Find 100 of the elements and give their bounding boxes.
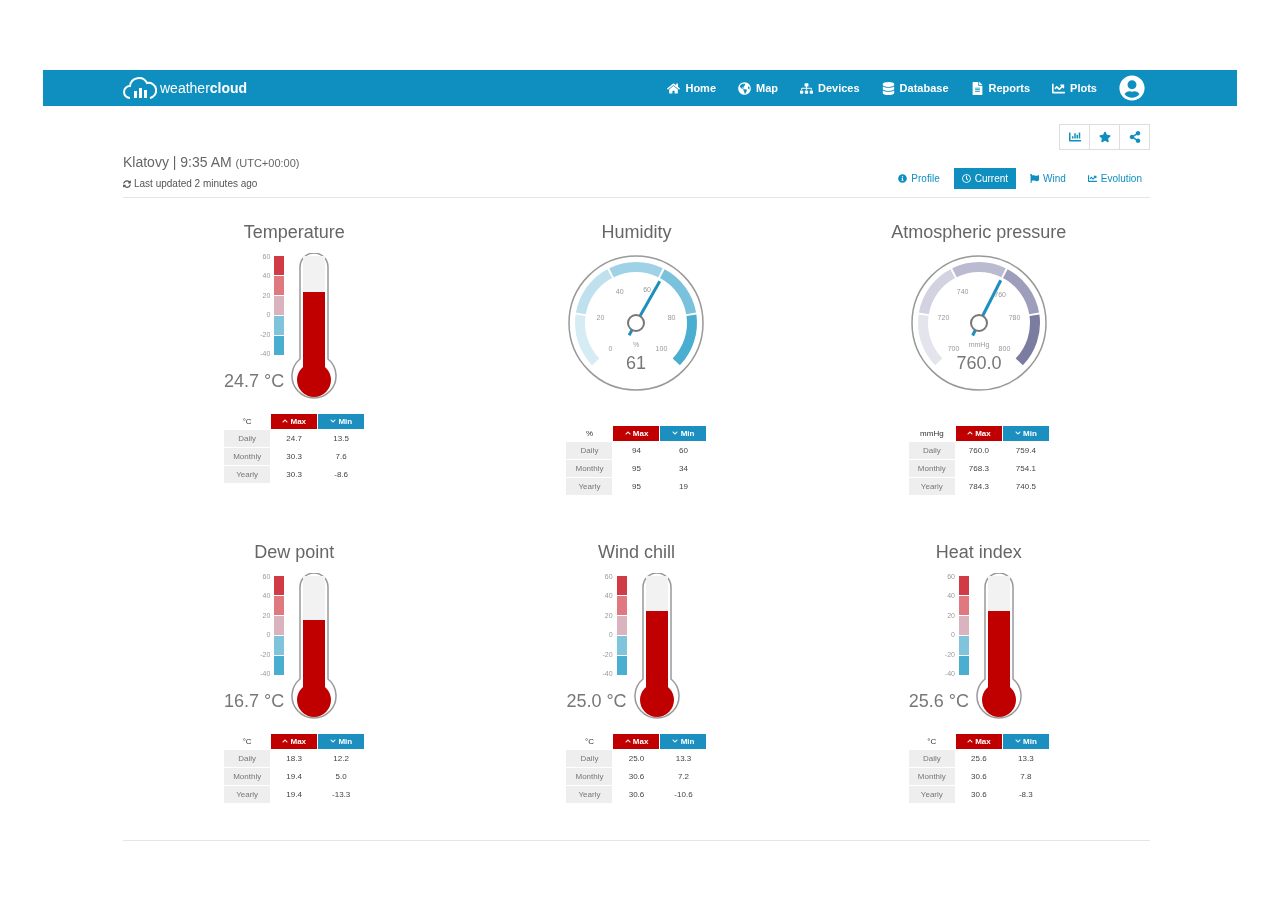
period-cell: Monthly [566, 460, 613, 477]
unit-header: °C [241, 736, 253, 748]
line-chart-icon [1052, 81, 1066, 95]
station-title: Klatovy | 9:35 AM (UTC+00:00) [123, 154, 300, 170]
table-cell-text: -8.6 [333, 469, 350, 481]
table-cell-text: 25.0 [627, 753, 646, 765]
view-tab[interactable]: Profile [890, 168, 948, 189]
chevron-up-icon [624, 430, 631, 436]
min-label: Min [338, 737, 353, 746]
table-cell-text: 94 [631, 445, 642, 457]
period-cell: Daily [566, 442, 613, 459]
table-cell-text: 740.5 [1014, 481, 1037, 493]
cloud-logo-icon [123, 76, 157, 100]
widget-title: Atmospheric pressure [891, 222, 1067, 243]
last-updated-text: Last updated 2 minutes ago [134, 178, 258, 189]
table-cell-text: 30.6 [970, 789, 988, 801]
table-cell-text: 30.3 [285, 451, 303, 463]
table-cell-text: 7.8 [1019, 771, 1033, 783]
max-label: Max [290, 417, 307, 426]
unit-header: °C [241, 416, 253, 428]
period-cell: Monthly [908, 460, 955, 477]
home-icon [667, 81, 681, 95]
table-cell-text: 12.2 [332, 753, 350, 765]
max-label: Max [632, 737, 649, 746]
table-cell-text: 760.0 [967, 445, 990, 457]
table-cell-text: 30.6 [627, 771, 646, 783]
max-label: Max [975, 737, 991, 746]
unit-header: °C [926, 736, 938, 748]
table-cell-text: 7.2 [676, 771, 691, 783]
max-label: Max [975, 429, 991, 438]
chevron-up-icon [624, 738, 631, 744]
chevron-down-icon [330, 738, 337, 744]
min-label: Min [1023, 429, 1037, 438]
clock-icon [961, 174, 971, 183]
period-cell: Daily [224, 430, 271, 447]
flag-icon [1030, 174, 1040, 183]
max-label: Max [632, 429, 649, 438]
reading-value: 25.6 °C [908, 691, 969, 712]
table-cell-text: 30.6 [627, 789, 646, 801]
period-cell: Monthly [908, 768, 955, 785]
share-button[interactable] [1119, 124, 1150, 150]
chevron-down-icon [1014, 738, 1021, 744]
table-cell-text: 13.3 [1017, 753, 1035, 765]
network-icon [800, 81, 813, 95]
nav-link[interactable]: Plots [1052, 81, 1097, 95]
table-cell-text: -10.6 [673, 789, 694, 801]
nav-link[interactable]: Devices [800, 81, 860, 95]
thermometer-bulb [297, 677, 332, 717]
widget-title: Humidity [601, 222, 672, 243]
period-cell: Yearly [908, 786, 955, 803]
thermometer-bulb [297, 357, 332, 397]
table-cell-text: 13.3 [674, 753, 693, 765]
period-cell: Monthly [224, 448, 271, 465]
max-label: Max [290, 737, 307, 746]
chevron-up-icon [966, 430, 973, 436]
nav-link[interactable]: Map [738, 81, 778, 95]
line-chart-icon [1087, 174, 1097, 183]
unit-header: mmHg [919, 428, 945, 440]
view-tab[interactable]: Current [953, 168, 1017, 189]
nav-link[interactable]: Reports [970, 81, 1031, 95]
period-cell: Daily [224, 750, 271, 767]
bar-chart-button[interactable] [1059, 124, 1090, 150]
reading-value: 16.7 °C [224, 691, 285, 712]
table-cell-text: -8.3 [1017, 789, 1034, 801]
table-cell-text: 30.6 [970, 771, 988, 783]
reading-value: 24.7 °C [224, 371, 285, 392]
period-cell: Daily [566, 750, 613, 767]
table-cell-text: 7.6 [334, 451, 348, 463]
refresh-icon [123, 179, 131, 188]
unit-header: °C [584, 736, 595, 748]
table-cell-text: 754.1 [1014, 463, 1037, 475]
thermometer-bulb [981, 677, 1016, 717]
period-cell: Yearly [566, 786, 613, 803]
period-cell: Monthly [566, 768, 613, 785]
nav-link[interactable]: Database [881, 81, 949, 95]
globe-icon [738, 81, 751, 95]
table-cell-text: 13.5 [332, 433, 350, 445]
view-tab[interactable]: Evolution [1079, 168, 1150, 189]
reading-value: 760.0 [956, 353, 1002, 373]
chevron-down-icon [330, 418, 337, 424]
period-cell: Yearly [224, 466, 271, 483]
widget-title: Heat index [935, 542, 1022, 563]
table-cell-text: 95 [631, 463, 642, 475]
table-cell-text: 759.4 [1014, 445, 1037, 457]
user-avatar-icon[interactable] [1119, 75, 1145, 101]
min-label: Min [680, 429, 695, 438]
period-cell: Daily [908, 750, 955, 767]
reading-value: 25.0 °C [566, 691, 627, 712]
widget-title: Dew point [254, 542, 335, 563]
table-cell-text: 95 [631, 481, 642, 493]
view-tab[interactable]: Wind [1022, 168, 1074, 189]
nav-link[interactable]: Home [667, 81, 716, 95]
star-button[interactable] [1089, 124, 1120, 150]
bar-chart-icon [1068, 131, 1081, 143]
star-icon [1098, 131, 1111, 143]
table-cell-text: 19 [678, 481, 689, 493]
table-cell-text: 34 [678, 463, 689, 475]
table-cell-text: 24.7 [285, 433, 303, 445]
share-icon [1128, 131, 1141, 143]
table-cell-text: 19.4 [285, 789, 303, 801]
